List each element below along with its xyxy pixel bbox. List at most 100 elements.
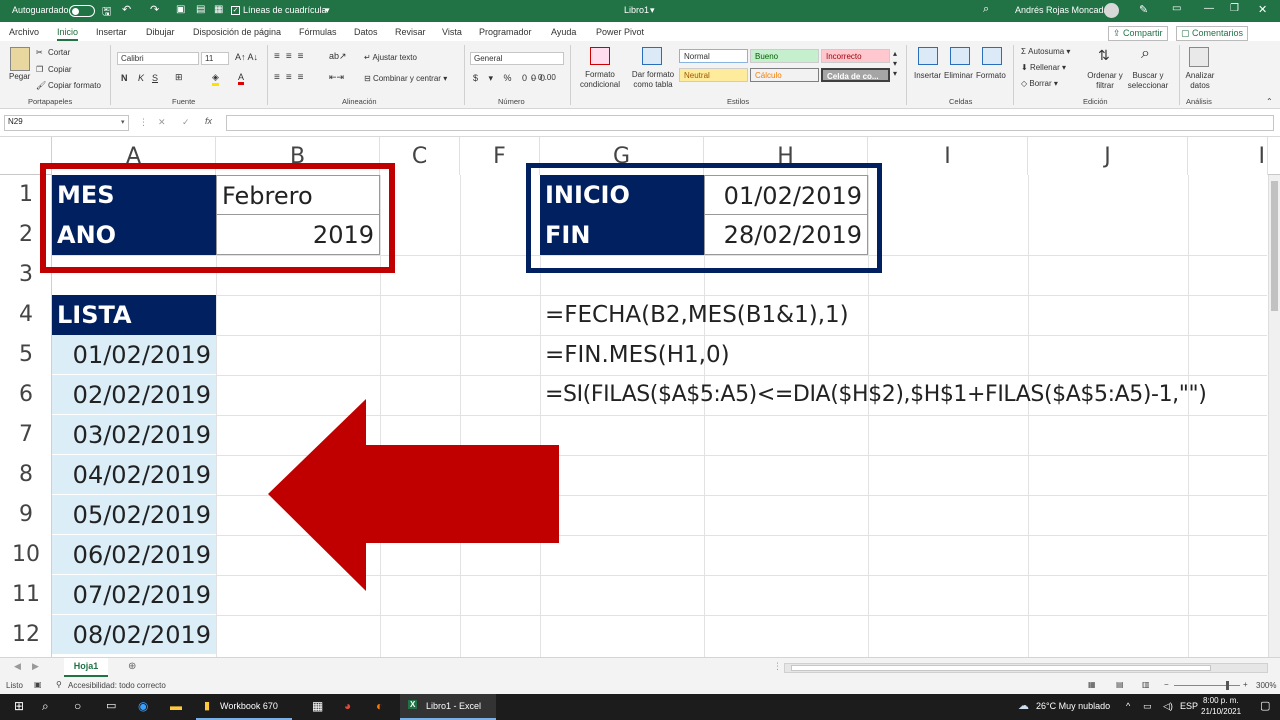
tab-dibujar[interactable]: Dibujar xyxy=(146,27,175,37)
page-break-icon[interactable]: ▥ xyxy=(1142,680,1150,689)
fill-color-icon[interactable]: ◈ xyxy=(212,72,219,86)
tab-power-pivot[interactable]: Power Pivot xyxy=(596,27,644,37)
weather-icon[interactable]: ☁ xyxy=(1018,699,1029,712)
windows-start-icon[interactable]: ⊞ xyxy=(14,699,24,713)
tab-revisar[interactable]: Revisar xyxy=(395,27,426,37)
search-icon[interactable]: ⌕ xyxy=(42,699,49,714)
paste-icon[interactable] xyxy=(10,47,30,71)
chevron-down-icon[interactable]: ▾ xyxy=(650,5,655,16)
style-incorrecto[interactable]: Incorrecto xyxy=(821,49,890,63)
collapse-ribbon-icon[interactable]: ⌃ xyxy=(1266,97,1273,106)
format-painter-button[interactable]: Copiar formato xyxy=(48,81,101,90)
list-item[interactable]: 05/02/2019 xyxy=(52,495,216,535)
redo-icon[interactable]: ↷ xyxy=(150,3,159,16)
close-icon[interactable]: ✕ xyxy=(1258,3,1267,16)
task-view-icon[interactable]: ▭ xyxy=(106,699,116,712)
list-item[interactable]: 04/02/2019 xyxy=(52,455,216,495)
underline-icon[interactable]: S xyxy=(152,73,158,83)
tab-programador[interactable]: Programador xyxy=(479,27,532,37)
tab-datos[interactable]: Datos xyxy=(354,27,378,37)
font-grow-icon[interactable]: A↑ A↓ xyxy=(235,52,258,62)
restore-icon[interactable]: ❐ xyxy=(1230,3,1239,14)
status-accessibility[interactable]: Accesibilidad: todo correcto xyxy=(68,681,166,690)
cell-a4[interactable]: LISTA xyxy=(52,295,216,335)
sort-filter-button[interactable]: Ordenar y filtrar xyxy=(1084,71,1126,91)
row-header-11[interactable]: 11 xyxy=(0,575,52,615)
grid-icon[interactable]: ▦ xyxy=(214,4,223,15)
conditional-format-button[interactable]: Formato condicional xyxy=(576,70,624,90)
next-sheet-icon[interactable]: ▶ xyxy=(32,661,39,672)
column-header-i[interactable]: I xyxy=(868,137,1028,175)
minimize-icon[interactable]: — xyxy=(1204,3,1214,14)
tab-archivo[interactable]: Archivo xyxy=(9,27,39,37)
cell-g5-formula[interactable]: =FIN.MES(H1,0) xyxy=(540,335,940,375)
calculator-icon[interactable]: ▦ xyxy=(312,699,323,713)
font-name-select[interactable]: Calibri xyxy=(117,52,199,65)
camera-icon[interactable]: ▣ xyxy=(176,4,185,15)
paste-button[interactable]: Pegar xyxy=(9,72,30,81)
macro-record-icon[interactable]: ▣ xyxy=(34,680,42,689)
prev-sheet-icon[interactable]: ◀ xyxy=(14,661,21,672)
enter-icon[interactable]: ✓ xyxy=(182,117,190,128)
fill-button[interactable]: ⬇ Rellenar ▾ xyxy=(1021,63,1066,72)
chrome-icon[interactable]: ◕ xyxy=(344,699,351,713)
clock-date[interactable]: 21/10/2021 xyxy=(1201,707,1241,716)
style-calculo[interactable]: Cálculo xyxy=(750,68,819,82)
undo-icon[interactable]: ↶ xyxy=(122,3,131,16)
zoom-out-icon[interactable]: − xyxy=(1164,680,1169,689)
h-scrollbar-thumb[interactable] xyxy=(791,665,1211,671)
conditional-format-icon[interactable] xyxy=(590,47,610,65)
search-icon[interactable]: ⌕ xyxy=(983,3,989,16)
format-cells-icon[interactable] xyxy=(982,47,1002,65)
align-vertical-icon[interactable]: ≡≡≡ xyxy=(274,51,310,62)
weather-text[interactable]: 26°C Muy nublado xyxy=(1036,701,1110,711)
row-header-6[interactable]: 6 xyxy=(0,375,52,415)
tab-vista[interactable]: Vista xyxy=(442,27,462,37)
copy-button[interactable]: Copiar xyxy=(48,65,72,74)
tab-disposicion[interactable]: Disposición de página xyxy=(193,27,281,37)
bold-icon[interactable]: N xyxy=(121,73,128,83)
font-size-select[interactable]: 11 xyxy=(201,52,229,65)
add-sheet-icon[interactable]: ⊕ xyxy=(128,661,136,672)
delete-button[interactable]: Eliminar xyxy=(944,71,973,80)
tab-formulas[interactable]: Fórmulas xyxy=(299,27,337,37)
file-explorer-icon[interactable]: ▬ xyxy=(170,699,182,713)
language-indicator[interactable]: ESP xyxy=(1180,701,1198,711)
gridlines-checkbox[interactable]: ✓ xyxy=(231,6,240,15)
comments-button[interactable]: ▢ Comentarios xyxy=(1176,26,1249,41)
insert-cells-icon[interactable] xyxy=(918,47,938,65)
cortana-icon[interactable]: ○ xyxy=(74,699,81,713)
page-layout-icon[interactable]: ▤ xyxy=(1116,680,1124,689)
table-format-button[interactable]: Dar formato como tabla xyxy=(628,70,678,90)
share-button[interactable]: ⇪ Compartir xyxy=(1108,26,1168,41)
qat-more-icon[interactable]: ▾ xyxy=(325,5,330,16)
list-item[interactable]: 02/02/2019 xyxy=(52,375,216,415)
column-header-next[interactable]: I xyxy=(1188,137,1268,175)
autosum-button[interactable]: Σ Autosuma ▾ xyxy=(1021,47,1070,56)
list-item[interactable]: 03/02/2019 xyxy=(52,415,216,455)
list-item[interactable]: 06/02/2019 xyxy=(52,535,216,575)
tab-insertar[interactable]: Insertar xyxy=(96,27,127,37)
scrollbar-thumb[interactable] xyxy=(1271,181,1278,311)
document-title[interactable]: Libro1 xyxy=(624,5,649,15)
row-header-12[interactable]: 12 xyxy=(0,615,52,655)
row-header-7[interactable]: 7 xyxy=(0,415,52,455)
style-neutral[interactable]: Neutral xyxy=(679,68,748,82)
wrap-text-button[interactable]: ↵ Ajustar texto xyxy=(364,53,417,62)
insert-button[interactable]: Insertar xyxy=(914,71,941,80)
worksheet-grid[interactable]: A B C F G H I J I 1 2 3 4 5 6 7 8 9 10 1… xyxy=(0,137,1280,657)
normal-view-icon[interactable]: ▦ xyxy=(1088,680,1096,689)
zoom-in-icon[interactable]: + xyxy=(1243,680,1248,689)
row-header-10[interactable]: 10 xyxy=(0,535,52,575)
row-header-5[interactable]: 5 xyxy=(0,335,52,375)
font-color-icon[interactable]: A xyxy=(238,72,245,85)
list-item[interactable]: 01/02/2019 xyxy=(52,335,216,375)
clear-button[interactable]: ◇ Borrar ▾ xyxy=(1021,79,1058,88)
style-celda[interactable]: Celda de co... xyxy=(821,68,890,82)
tab-inicio[interactable]: Inicio xyxy=(57,27,79,41)
network-icon[interactable]: ▭ xyxy=(1143,701,1152,712)
function-icon[interactable]: fx xyxy=(205,116,212,126)
sheet-tab-hoja1[interactable]: Hoja1 xyxy=(64,658,108,677)
tray-chevron-icon[interactable]: ^ xyxy=(1126,701,1130,711)
pen-icon[interactable]: ✎ xyxy=(1139,3,1148,16)
